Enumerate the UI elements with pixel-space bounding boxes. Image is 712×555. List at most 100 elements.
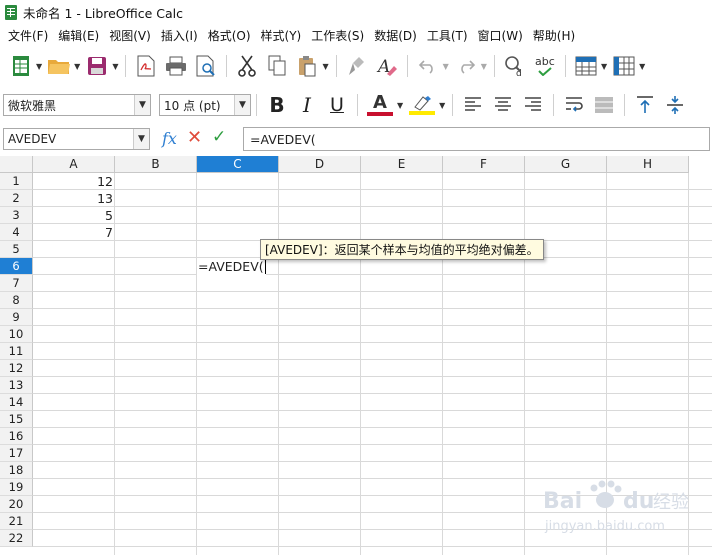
cell-a2[interactable]: 13 <box>33 190 113 207</box>
chevron-down-icon[interactable]: ▼ <box>439 101 445 110</box>
chevron-down-icon[interactable]: ▼ <box>74 62 80 71</box>
menu-tools[interactable]: 工具(T) <box>422 27 473 44</box>
row-header-12[interactable]: 12 <box>0 360 33 377</box>
menu-styles[interactable]: 样式(Y) <box>256 27 307 44</box>
chevron-down-icon[interactable]: ▼ <box>601 62 607 71</box>
align-top-icon[interactable] <box>633 93 657 117</box>
chevron-down-icon[interactable]: ▼ <box>112 62 118 71</box>
column-insert-icon[interactable] <box>612 54 636 78</box>
menu-edit[interactable]: 编辑(E) <box>53 27 104 44</box>
chevron-down-icon[interactable]: ▼ <box>481 62 487 71</box>
cut-icon[interactable] <box>235 54 259 78</box>
open-folder-icon[interactable] <box>47 54 71 78</box>
align-right-icon[interactable] <box>521 93 545 117</box>
new-spreadsheet-icon[interactable] <box>9 54 33 78</box>
undo-icon[interactable] <box>416 54 440 78</box>
merge-cells-icon[interactable] <box>592 93 616 117</box>
menu-data[interactable]: 数据(D) <box>369 27 422 44</box>
row-header-2[interactable]: 2 <box>0 190 33 207</box>
row-header-5[interactable]: 5 <box>0 241 33 258</box>
clear-formatting-icon[interactable]: A <box>375 54 399 78</box>
row-header-11[interactable]: 11 <box>0 343 33 360</box>
column-header-c[interactable]: C <box>197 156 279 173</box>
font-name-combo[interactable]: 微软雅黑 ▼ <box>3 94 151 116</box>
column-header-d[interactable]: D <box>279 156 361 173</box>
save-icon[interactable] <box>85 54 109 78</box>
row-header-18[interactable]: 18 <box>0 462 33 479</box>
highlight-color-bar <box>409 111 436 115</box>
toolbar-separator <box>226 55 228 77</box>
row-header-9[interactable]: 9 <box>0 309 33 326</box>
menu-format[interactable]: 格式(O) <box>203 27 256 44</box>
menu-help[interactable]: 帮助(H) <box>528 27 580 44</box>
menu-file[interactable]: 文件(F) <box>3 27 53 44</box>
copy-icon[interactable] <box>265 54 289 78</box>
column-header-f[interactable]: F <box>443 156 525 173</box>
chevron-down-icon[interactable]: ▼ <box>322 62 328 71</box>
column-header-g[interactable]: G <box>525 156 607 173</box>
function-wizard-icon[interactable]: fx <box>162 129 177 148</box>
cell-a1[interactable]: 12 <box>33 173 113 190</box>
clone-formatting-icon[interactable] <box>345 54 369 78</box>
menu-window[interactable]: 窗口(W) <box>473 27 528 44</box>
chevron-down-icon[interactable]: ▼ <box>234 95 250 115</box>
chevron-down-icon[interactable]: ▼ <box>36 62 42 71</box>
cell-c6-editing[interactable]: =AVEDEV( <box>197 258 266 275</box>
cell-a4[interactable]: 7 <box>33 224 113 241</box>
underline-button[interactable]: U <box>325 93 349 117</box>
row-header-15[interactable]: 15 <box>0 411 33 428</box>
row-insert-icon[interactable] <box>574 54 598 78</box>
menu-view[interactable]: 视图(V) <box>104 27 156 44</box>
column-header-a[interactable]: A <box>33 156 115 173</box>
column-header-e[interactable]: E <box>361 156 443 173</box>
print-icon[interactable] <box>164 54 188 78</box>
column-header-b[interactable]: B <box>115 156 197 173</box>
redo-icon[interactable] <box>454 54 478 78</box>
cancel-icon[interactable]: ✕ <box>187 127 202 148</box>
row-header-21[interactable]: 21 <box>0 513 33 530</box>
row-header-20[interactable]: 20 <box>0 496 33 513</box>
row-header-22[interactable]: 22 <box>0 530 33 547</box>
toolbar-separator <box>406 55 408 77</box>
row-header-1[interactable]: 1 <box>0 173 33 190</box>
bold-button[interactable]: B <box>265 93 289 117</box>
align-center-icon[interactable] <box>491 93 515 117</box>
menu-sheet[interactable]: 工作表(S) <box>306 27 369 44</box>
row-header-10[interactable]: 10 <box>0 326 33 343</box>
font-size-combo[interactable]: 10 点 (pt) ▼ <box>159 94 251 116</box>
italic-button[interactable]: I <box>295 93 319 117</box>
accept-icon[interactable]: ✓ <box>212 127 226 147</box>
row-header-13[interactable]: 13 <box>0 377 33 394</box>
export-pdf-icon[interactable] <box>134 54 158 78</box>
center-vertically-icon[interactable] <box>663 93 687 117</box>
name-box[interactable]: AVEDEV ▼ <box>3 128 150 150</box>
row-header-16[interactable]: 16 <box>0 428 33 445</box>
paste-icon[interactable] <box>295 54 319 78</box>
chevron-down-icon[interactable]: ▼ <box>133 129 149 149</box>
row-header-19[interactable]: 19 <box>0 479 33 496</box>
formula-input[interactable]: =AVEDEV( <box>243 127 710 151</box>
chevron-down-icon[interactable]: ▼ <box>397 101 403 110</box>
chevron-down-icon[interactable]: ▼ <box>134 95 150 115</box>
row-header-14[interactable]: 14 <box>0 394 33 411</box>
row-header-3[interactable]: 3 <box>0 207 33 224</box>
menu-insert[interactable]: 插入(I) <box>156 27 203 44</box>
row-header-17[interactable]: 17 <box>0 445 33 462</box>
row-header-8[interactable]: 8 <box>0 292 33 309</box>
row-header-4[interactable]: 4 <box>0 224 33 241</box>
spelling-icon[interactable]: abc <box>533 54 557 78</box>
menu-bar: 文件(F) 编辑(E) 视图(V) 插入(I) 格式(O) 样式(Y) 工作表(… <box>0 24 712 46</box>
chevron-down-icon[interactable]: ▼ <box>639 62 645 71</box>
select-all-corner[interactable] <box>0 156 33 173</box>
align-left-icon[interactable] <box>461 93 485 117</box>
highlight-color-button[interactable] <box>408 93 436 117</box>
print-preview-icon[interactable] <box>194 54 218 78</box>
row-header-6[interactable]: 6 <box>0 258 33 275</box>
chevron-down-icon[interactable]: ▼ <box>443 62 449 71</box>
find-replace-icon[interactable]: d <box>503 54 527 78</box>
row-header-7[interactable]: 7 <box>0 275 33 292</box>
cell-a3[interactable]: 5 <box>33 207 113 224</box>
column-header-h[interactable]: H <box>607 156 689 173</box>
font-color-button[interactable]: A <box>366 93 394 117</box>
wrap-text-icon[interactable] <box>562 93 586 117</box>
